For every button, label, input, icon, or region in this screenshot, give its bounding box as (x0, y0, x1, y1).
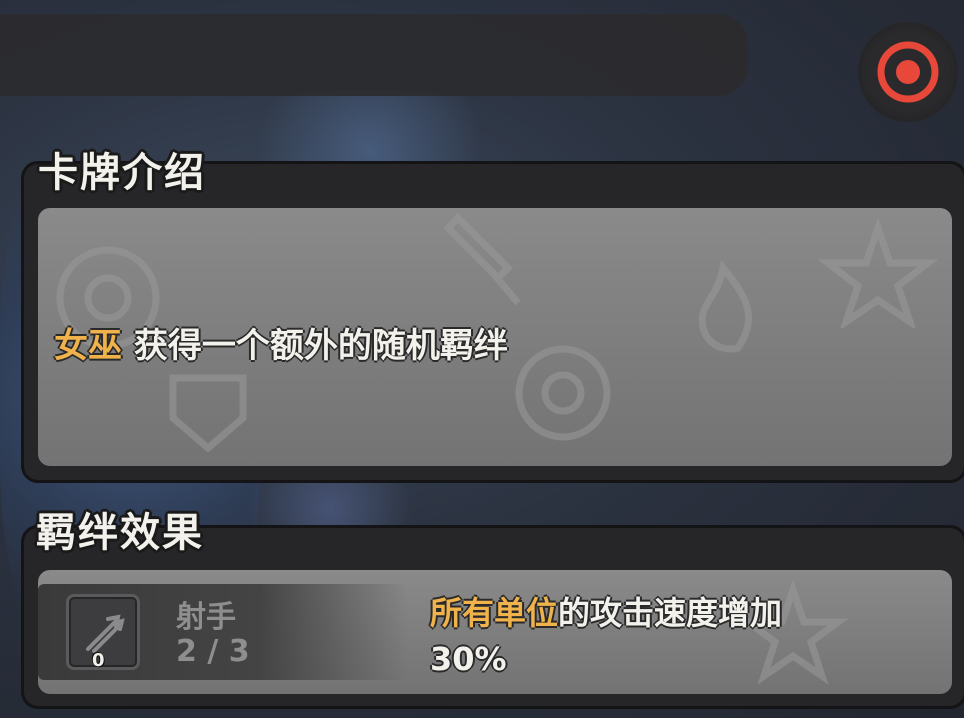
card-intro-panel: 女巫 获得一个额外的随机羁绊 (24, 164, 964, 480)
gear-watermark-icon (515, 345, 611, 441)
effect-description-text: 的攻击速度增加 (558, 594, 783, 632)
target-button[interactable] (858, 22, 958, 122)
star-watermark-icon (818, 218, 938, 328)
bond-effect-description: 所有单位的攻击速度增加 (430, 588, 782, 634)
trait-count: 0 (92, 650, 105, 671)
bond-effect-title: 羁绊效果 (36, 510, 204, 556)
bond-effect-body: 0 射手 2 / 3 所有单位的攻击速度增加 30% (38, 570, 952, 694)
card-intro-body: 女巫 获得一个额外的随机羁绊 (38, 208, 952, 466)
sword-watermark-icon (443, 213, 521, 306)
effect-value: 30% (430, 640, 507, 678)
top-banner (0, 14, 748, 96)
shield-watermark-icon (169, 374, 247, 453)
target-icon (877, 41, 939, 103)
card-name-highlight: 女巫 (54, 326, 122, 366)
card-intro-description: 女巫 获得一个额外的随机羁绊 (54, 318, 508, 367)
card-effect-text: 获得一个额外的随机羁绊 (122, 326, 508, 366)
effect-target-highlight: 所有单位 (430, 594, 559, 632)
trait-progress: 2 / 3 (176, 634, 250, 669)
trait-name: 射手 (176, 600, 236, 635)
flame-watermark-icon (698, 260, 753, 353)
card-intro-title: 卡牌介绍 (38, 150, 206, 196)
